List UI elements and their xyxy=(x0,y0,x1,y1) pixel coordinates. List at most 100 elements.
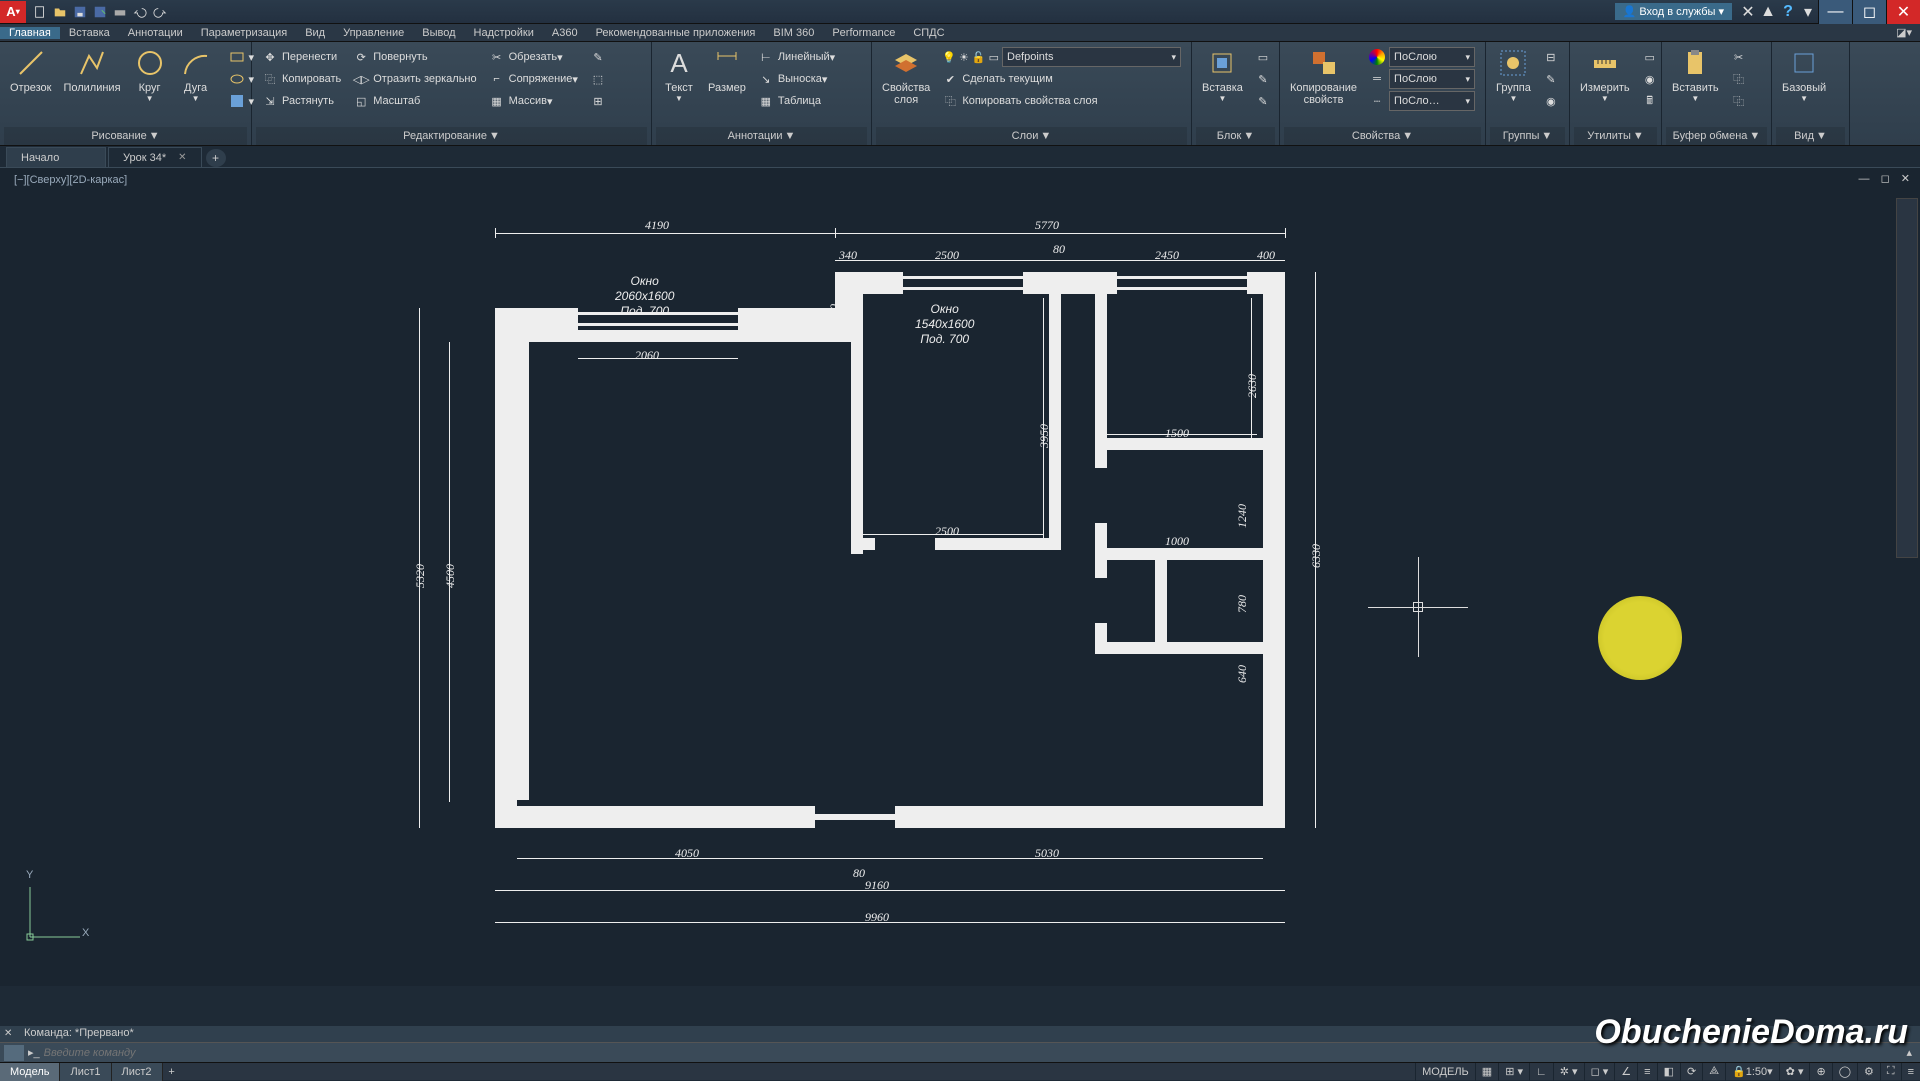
tab-addins[interactable]: Надстройки xyxy=(465,27,543,39)
infocenter-icon[interactable]: ▲ xyxy=(1759,3,1777,21)
annoscale-toggle[interactable]: ⟁ xyxy=(1702,1063,1725,1081)
otrack-toggle[interactable]: ∠ xyxy=(1614,1063,1637,1081)
help-dropdown-icon[interactable]: ▾ xyxy=(1799,3,1817,21)
workspace-toggle[interactable]: ✿ ▾ xyxy=(1779,1063,1810,1081)
move-button[interactable]: ✥Перенести xyxy=(258,46,345,68)
transparency-toggle[interactable]: ◧ xyxy=(1657,1063,1680,1081)
layer-properties-button[interactable]: Свойства слоя xyxy=(876,44,936,108)
panel-block-title[interactable]: Блок ▼ xyxy=(1196,127,1275,145)
tab-featured[interactable]: Рекомендованные приложения xyxy=(587,27,765,39)
panel-utilities-title[interactable]: Утилиты ▼ xyxy=(1574,127,1657,145)
scale-selector[interactable]: 🔒 1:50 ▾ xyxy=(1725,1063,1779,1081)
layout2-tab[interactable]: Лист2 xyxy=(112,1063,163,1081)
osnap-toggle[interactable]: ◻ ▾ xyxy=(1584,1063,1615,1081)
leader-button[interactable]: ↘Выноска ▾ xyxy=(754,68,839,90)
measure-button[interactable]: Измерить▼ xyxy=(1574,44,1636,105)
linear-dim-button[interactable]: ⊢Линейный ▾ xyxy=(754,46,839,68)
arc-button[interactable]: Дуга▼ xyxy=(173,44,219,105)
color-selector[interactable]: ПоСлою xyxy=(1365,46,1479,68)
copy-clip-icon[interactable]: ⿻ xyxy=(1727,68,1755,90)
panel-groups-title[interactable]: Группы ▼ xyxy=(1490,127,1565,145)
match-properties-button[interactable]: Копирование свойств xyxy=(1284,44,1363,108)
help-icon[interactable]: ? xyxy=(1779,3,1797,21)
table-button[interactable]: ▦Таблица xyxy=(754,90,839,112)
modify-extra3-icon[interactable]: ⊞ xyxy=(586,90,614,112)
make-current-button[interactable]: ✔Сделать текущим xyxy=(938,68,1185,90)
stretch-button[interactable]: ⇲Растянуть xyxy=(258,90,345,112)
copy-button[interactable]: ⿻Копировать xyxy=(258,68,345,90)
tab-parametric[interactable]: Параметризация xyxy=(192,27,296,39)
group-button[interactable]: Группа▼ xyxy=(1490,44,1537,105)
tab-insert[interactable]: Вставка xyxy=(60,27,119,39)
panel-properties-title[interactable]: Свойства ▼ xyxy=(1284,127,1481,145)
tab-bim360[interactable]: BIM 360 xyxy=(764,27,823,39)
undo-icon[interactable] xyxy=(131,3,149,21)
polar-toggle[interactable]: ✲ ▾ xyxy=(1553,1063,1584,1081)
sign-in-button[interactable]: 👤 Вход в службы ▾ xyxy=(1615,3,1732,20)
modify-extra2-icon[interactable]: ⬚ xyxy=(586,68,614,90)
panel-modify-title[interactable]: Редактирование ▼ xyxy=(256,127,647,145)
panel-draw-title[interactable]: Рисование ▼ xyxy=(4,127,247,145)
customize-status-icon[interactable]: ≡ xyxy=(1901,1063,1920,1081)
isolate-toggle[interactable]: ◯ xyxy=(1832,1063,1857,1081)
tab-a360[interactable]: A360 xyxy=(543,27,587,39)
navigation-bar[interactable] xyxy=(1896,198,1918,558)
cut-icon[interactable]: ✂ xyxy=(1727,46,1755,68)
open-icon[interactable] xyxy=(51,3,69,21)
circle-button[interactable]: Круг▼ xyxy=(127,44,173,105)
ucs-icon[interactable]: Y X xyxy=(20,877,90,950)
save-icon[interactable] xyxy=(71,3,89,21)
viewport-label[interactable]: [−][Сверху][2D-каркас] xyxy=(14,174,127,186)
block-edit-icon[interactable]: ✎ xyxy=(1251,68,1279,90)
layer-selector[interactable]: 💡☀🔓▭Defpoints xyxy=(938,46,1185,68)
linetype-selector[interactable]: ┄ПоСло… xyxy=(1365,90,1479,112)
tab-output[interactable]: Вывод xyxy=(413,27,464,39)
tab-annotate[interactable]: Аннотации xyxy=(119,27,192,39)
panel-annotation-title[interactable]: Аннотации ▼ xyxy=(656,127,867,145)
tab-manage[interactable]: Управление xyxy=(334,27,413,39)
dimension-button[interactable]: Размер xyxy=(702,44,752,96)
panel-view-title[interactable]: Вид ▼ xyxy=(1776,127,1845,145)
group-sel-icon[interactable]: ◉ xyxy=(1539,90,1567,112)
model-tab[interactable]: Модель xyxy=(0,1063,60,1081)
drawing-tab[interactable]: Урок 34*✕ xyxy=(108,147,202,167)
block-create-icon[interactable]: ▭ xyxy=(1251,46,1279,68)
drawing-canvas[interactable]: [−][Сверху][2D-каркас] — ◻ ✕ xyxy=(0,168,1920,986)
array-button[interactable]: ▦Массив ▾ xyxy=(485,90,582,112)
viewport-controls[interactable]: — ◻ ✕ xyxy=(1859,172,1914,185)
plot-icon[interactable] xyxy=(111,3,129,21)
minimize-button[interactable]: — xyxy=(1818,0,1852,24)
match-layer-button[interactable]: ⿻Копировать свойства слоя xyxy=(938,90,1185,112)
tab-performance[interactable]: Performance xyxy=(823,27,904,39)
command-prompt-icon[interactable] xyxy=(4,1045,24,1061)
text-button[interactable]: AТекст▼ xyxy=(656,44,702,105)
new-icon[interactable] xyxy=(31,3,49,21)
copy-base-icon[interactable]: ⿻ xyxy=(1727,90,1755,112)
cleanscreen-toggle[interactable]: ⛶ xyxy=(1880,1063,1901,1081)
grid-toggle[interactable]: ▦ xyxy=(1475,1063,1498,1081)
layout1-tab[interactable]: Лист1 xyxy=(60,1063,111,1081)
app-menu-button[interactable]: A▾ xyxy=(0,1,26,23)
line-button[interactable]: Отрезок xyxy=(4,44,57,96)
group-edit-icon[interactable]: ✎ xyxy=(1539,68,1567,90)
polyline-button[interactable]: Полилиния xyxy=(57,44,126,96)
snap-toggle[interactable]: ⊞ ▾ xyxy=(1498,1063,1529,1081)
annomonitor-toggle[interactable]: ⊕ xyxy=(1809,1063,1831,1081)
ungroup-icon[interactable]: ⊟ xyxy=(1539,46,1567,68)
new-tab-button[interactable]: + xyxy=(206,149,226,167)
insert-block-button[interactable]: Вставка▼ xyxy=(1196,44,1249,105)
redo-icon[interactable] xyxy=(151,3,169,21)
cmd-close-icon[interactable]: ✕ xyxy=(4,1028,12,1039)
start-tab[interactable]: Начало xyxy=(6,147,106,167)
close-button[interactable]: ✕ xyxy=(1886,0,1920,24)
cycling-toggle[interactable]: ⟳ xyxy=(1680,1063,1702,1081)
ribbon-collapse-icon[interactable]: ◪▾ xyxy=(1887,26,1920,39)
mirror-button[interactable]: ◁▷Отразить зеркально xyxy=(349,68,480,90)
fillet-button[interactable]: ⌐Сопряжение ▾ xyxy=(485,68,582,90)
lineweight-selector[interactable]: ═ПоСлою xyxy=(1365,68,1479,90)
panel-clipboard-title[interactable]: Буфер обмена ▼ xyxy=(1666,127,1767,145)
hardware-toggle[interactable]: ⚙ xyxy=(1857,1063,1880,1081)
tab-home[interactable]: Главная xyxy=(0,27,60,39)
close-tab-icon[interactable]: ✕ xyxy=(178,152,186,163)
base-view-button[interactable]: Базовый▼ xyxy=(1776,44,1832,105)
